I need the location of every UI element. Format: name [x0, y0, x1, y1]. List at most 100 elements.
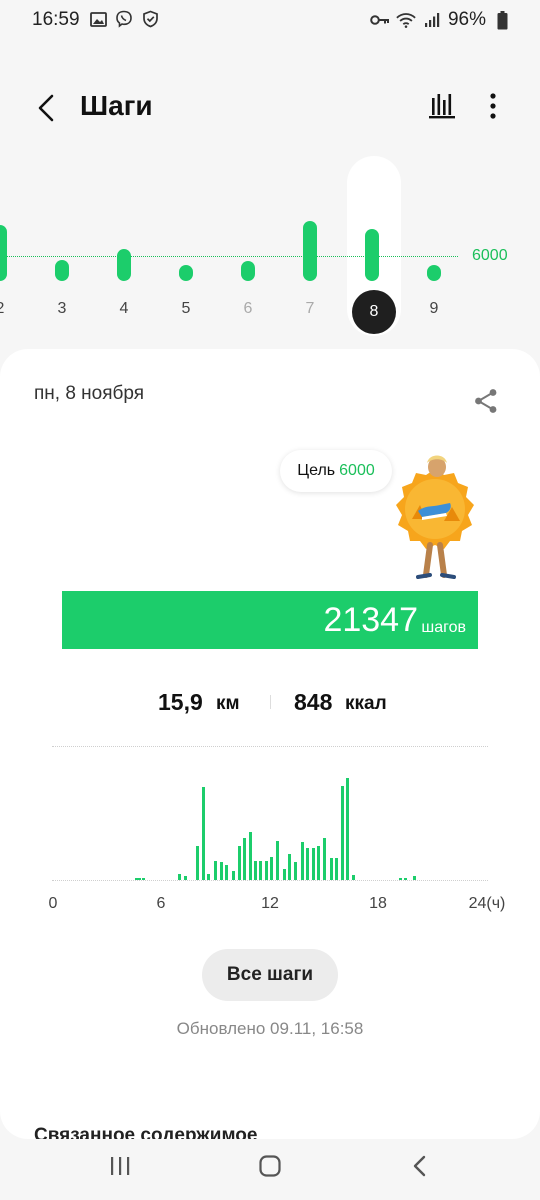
- goal-line-label: 6000: [472, 247, 508, 264]
- hour-bar: [249, 832, 252, 880]
- system-nav-bar: [0, 1140, 540, 1200]
- day-bar-2[interactable]: [0, 225, 7, 281]
- goal-line: [0, 256, 458, 257]
- day-bar-3[interactable]: [55, 260, 69, 281]
- calories-value: 848: [294, 689, 333, 715]
- day-bar-5[interactable]: [179, 265, 193, 281]
- goal-text: Цель: [297, 462, 336, 479]
- hour-bar: [330, 858, 333, 880]
- day-label-4[interactable]: 4: [104, 300, 144, 318]
- hour-bar: [346, 778, 349, 880]
- hour-bar: [232, 871, 235, 880]
- status-notification-icons: [88, 9, 160, 29]
- hour-bar: [225, 865, 228, 880]
- hour-bar: [306, 848, 309, 880]
- shield-icon: [140, 9, 160, 29]
- hour-bar: [413, 876, 416, 880]
- home-button[interactable]: [258, 1154, 282, 1178]
- hour-bar: [238, 846, 241, 880]
- distance-value: 15,9: [158, 689, 203, 715]
- hour-bar: [399, 878, 402, 880]
- system-back-button[interactable]: [408, 1154, 432, 1178]
- daily-steps-card: пн, 8 ноября Цель 6000 21347 шагов 15,9 …: [0, 349, 540, 1139]
- hour-bar: [214, 861, 217, 880]
- day-bar-6[interactable]: [241, 261, 255, 281]
- card-date: пн, 8 ноября: [34, 383, 145, 404]
- status-system-icons: 96%: [370, 9, 512, 31]
- back-arrow-icon: [38, 94, 54, 122]
- app-header: Шаги: [0, 76, 540, 140]
- hour-bar: [243, 838, 246, 880]
- page-title: Шаги: [80, 90, 153, 121]
- hour-bar: [196, 846, 199, 880]
- signal-icon: [422, 10, 442, 30]
- hour-tick-label: 24(ч): [468, 895, 506, 912]
- day-label-9[interactable]: 9: [414, 300, 454, 318]
- hour-bar: [317, 846, 320, 880]
- hour-tick-label: 6: [156, 895, 166, 912]
- status-time: 16:59: [32, 9, 80, 30]
- day-label-8[interactable]: 8: [352, 290, 396, 334]
- steps-count: 21347: [323, 601, 418, 639]
- hour-bar: [138, 878, 141, 880]
- hour-bar: [323, 838, 326, 880]
- hourly-steps-chart: 0 6 12 18 24(ч): [0, 741, 540, 921]
- hour-bar: [335, 858, 338, 880]
- wifi-icon: [396, 10, 416, 30]
- hour-tick-label: 12: [261, 895, 279, 912]
- day-label-2[interactable]: 2: [0, 300, 20, 318]
- status-bar: 16:59 96%: [0, 0, 540, 40]
- daily-steps-bar: 21347 шагов: [62, 591, 478, 649]
- goal-bubble: Цель 6000: [280, 450, 392, 492]
- day-label-7[interactable]: 7: [290, 300, 330, 318]
- hour-bar: [352, 875, 355, 880]
- hour-bar: [341, 786, 344, 880]
- hour-bar: [283, 869, 286, 880]
- goal-value: 6000: [339, 462, 375, 479]
- viber-icon: [114, 9, 134, 29]
- recents-button[interactable]: [108, 1154, 132, 1178]
- battery-icon: [492, 10, 512, 30]
- battery-percent: 96%: [447, 9, 486, 30]
- bar-chart-icon: [429, 94, 455, 119]
- day-label-5[interactable]: 5: [166, 300, 206, 318]
- chart-gridline-top: [52, 746, 488, 747]
- day-bar-7[interactable]: [303, 221, 317, 281]
- image-icon: [88, 9, 108, 29]
- back-icon: [413, 1155, 426, 1177]
- more-vert-icon: [490, 93, 496, 119]
- hour-bar: [294, 862, 297, 880]
- all-steps-button[interactable]: Все шаги: [202, 949, 338, 1001]
- day-bar-8[interactable]: [365, 229, 379, 281]
- trends-button[interactable]: [428, 90, 458, 122]
- stats-row: 15,9 км 848 ккал: [0, 685, 540, 721]
- distance-unit: км: [216, 693, 240, 714]
- chart-baseline: [52, 880, 488, 881]
- hour-bar: [259, 861, 262, 880]
- day-bar-9[interactable]: [427, 265, 441, 281]
- hour-bar: [184, 876, 187, 880]
- hour-bar: [301, 842, 304, 880]
- hour-bar: [207, 874, 210, 880]
- calories-unit: ккал: [345, 693, 387, 714]
- hour-bar: [265, 861, 268, 880]
- steps-unit: шагов: [421, 619, 466, 636]
- hour-bar: [270, 857, 273, 880]
- recents-icon: [111, 1157, 130, 1175]
- day-label-6[interactable]: 6: [228, 300, 268, 318]
- share-button[interactable]: [472, 387, 500, 415]
- back-button[interactable]: [28, 90, 64, 126]
- mascot-illustration: [392, 449, 478, 589]
- share-icon: [475, 389, 497, 413]
- hour-bar: [142, 878, 145, 880]
- hour-bar: [202, 787, 205, 880]
- day-selector[interactable]: 6000 2 3 4 5 6 7 89: [0, 150, 540, 340]
- hour-bar: [254, 861, 257, 880]
- hour-bar: [312, 848, 315, 880]
- day-label-3[interactable]: 3: [42, 300, 82, 318]
- more-options-button[interactable]: [482, 90, 504, 122]
- hour-bar: [220, 862, 223, 880]
- hour-bar: [404, 878, 407, 880]
- day-bar-4[interactable]: [117, 249, 131, 281]
- home-icon: [259, 1155, 281, 1177]
